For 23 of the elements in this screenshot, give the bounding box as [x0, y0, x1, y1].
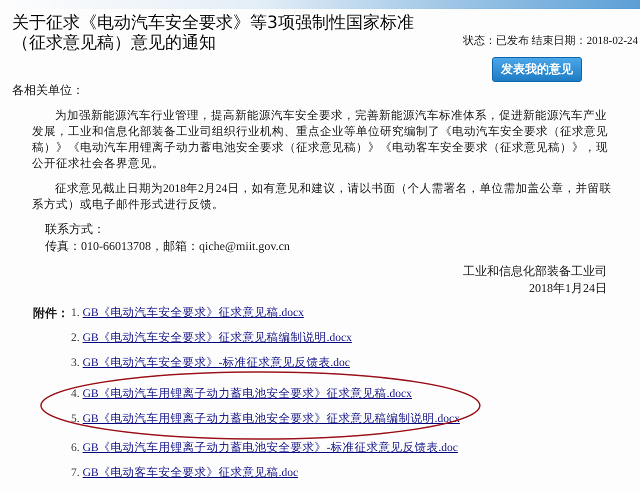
- paragraph: 征求意见截止日期为2018年2月24日，如有意见和建议，请以书面（个人需署名，单位需加盖公章，并留联系方式）或电子邮件形式进行反馈。: [31, 181, 612, 213]
- organization-name: 工业和信息化部装备工业司: [463, 263, 607, 280]
- attachment-link[interactable]: GB《电动汽车安全要求》-标准征求意见反馈表.doc: [82, 355, 350, 371]
- attachment-link[interactable]: GB《电动汽车用锂离子动力蓄电池安全要求》-标准征求意见反馈表.doc: [82, 440, 458, 456]
- list-number: 5.: [71, 412, 80, 427]
- list-number: 7.: [71, 466, 80, 481]
- attachment-link[interactable]: GB《电动汽车安全要求》征求意见稿.docx: [82, 305, 304, 321]
- contact-heading: 联系方式：: [45, 221, 105, 238]
- list-number: 4.: [71, 387, 80, 402]
- attachment-link[interactable]: GB《电动客车安全要求》征求意见稿.doc: [82, 465, 298, 481]
- attachments-label: 附件：: [33, 305, 69, 322]
- contact-line: 传真：010-66013708，邮箱：qiche@miit.gov.cn: [45, 238, 290, 255]
- attachment-link[interactable]: GB《电动汽车用锂离子动力蓄电池安全要求》征求意见稿.docx: [82, 386, 412, 402]
- paragraph: 为加强新能源汽车行业管理，提高新能源汽车安全要求，完善新能源汽车标准体系，促进新能源汽车产业发展，工业和信息化部装备工业司组织行业机构、重点企业等单位研究编制了《电动汽车安全要求（征求意见稿）》《电动汽车用锂离子动力蓄电池安全要求（征求意见稿）》《电动客车安全要求（征求意见稿）》，现公开征求社会各界意见。: [31, 108, 609, 172]
- attachment-link[interactable]: GB《电动汽车安全要求》征求意见稿编制说明.docx: [82, 330, 352, 346]
- salutation: 各相关单位：: [12, 82, 85, 99]
- list-number: 2.: [71, 331, 80, 346]
- list-number: 3.: [71, 356, 80, 371]
- signature-date: 2018年1月24日: [529, 280, 607, 297]
- list-number: 1.: [71, 306, 80, 321]
- list-number: 6.: [71, 441, 80, 456]
- status-text: 状态：已发布 结束日期：2018-02-24: [462, 34, 639, 49]
- page-title: 关于征求《电动汽车安全要求》等3项强制性国家标准（征求意见稿）意见的通知: [12, 13, 415, 53]
